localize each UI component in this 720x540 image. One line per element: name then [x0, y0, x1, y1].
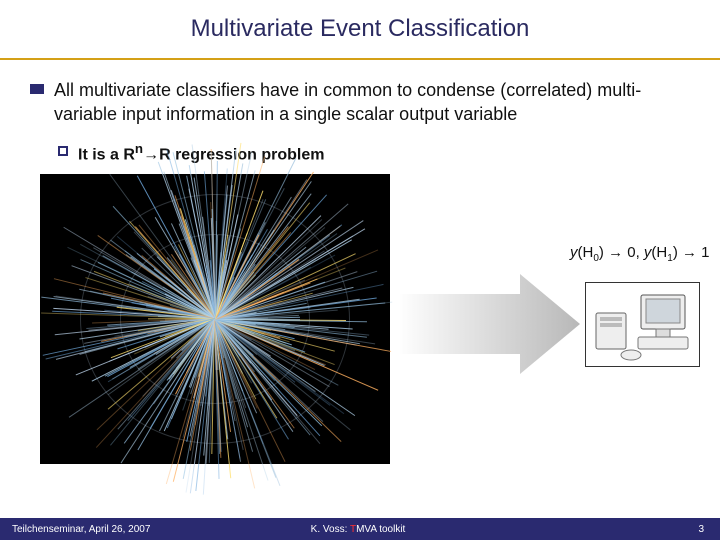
slide-title: Multivariate Event Classification: [191, 15, 530, 43]
computer-clipart: [585, 282, 700, 367]
bullet2-pre: It is a R: [78, 146, 135, 163]
bullet2-post: R regression problem: [159, 146, 324, 163]
f-to1: ) → 1: [673, 244, 710, 261]
footer-rest: MVA toolkit: [356, 524, 405, 535]
footer-author: K. Voss:: [311, 524, 350, 535]
output-formula: y(H0) → 0, y(H1) → 1: [570, 244, 710, 264]
footer-center: K. Voss: TMVA toolkit: [243, 524, 474, 535]
arrow-icon: [400, 274, 580, 374]
title-bar: Multivariate Event Classification: [0, 0, 720, 60]
bullet2-marker-icon: [58, 146, 68, 156]
content-row: y(H0) → 0, y(H1) → 1: [30, 174, 690, 484]
arrow-block: [400, 274, 580, 374]
bullet1-marker-icon: [30, 84, 44, 94]
f-to0: ) → 0,: [599, 244, 644, 261]
bullet1-text: All multivariate classifiers have in com…: [54, 78, 690, 127]
slide: Multivariate Event Classification All mu…: [0, 0, 720, 540]
computer-icon: [586, 283, 701, 368]
footer: Teilchenseminar, April 26, 2007 K. Voss:…: [0, 518, 720, 540]
footer-page: 3: [473, 524, 720, 535]
slide-body: All multivariate classifiers have in com…: [0, 60, 720, 484]
f-h0: H: [583, 244, 594, 261]
footer-left: Teilchenseminar, April 26, 2007: [0, 524, 243, 535]
bullet-level1: All multivariate classifiers have in com…: [30, 78, 690, 127]
bullet2-text: It is a Rn→R regression problem: [78, 141, 324, 164]
f-y: y: [570, 244, 578, 261]
bullet2-sup: n: [135, 141, 143, 156]
bullet-level2: It is a Rn→R regression problem: [58, 141, 690, 164]
f-h1: H: [656, 244, 667, 261]
f-y2: y: [644, 244, 652, 261]
bullet2-arrow: →: [143, 146, 159, 163]
detector-event-image: [40, 174, 390, 464]
